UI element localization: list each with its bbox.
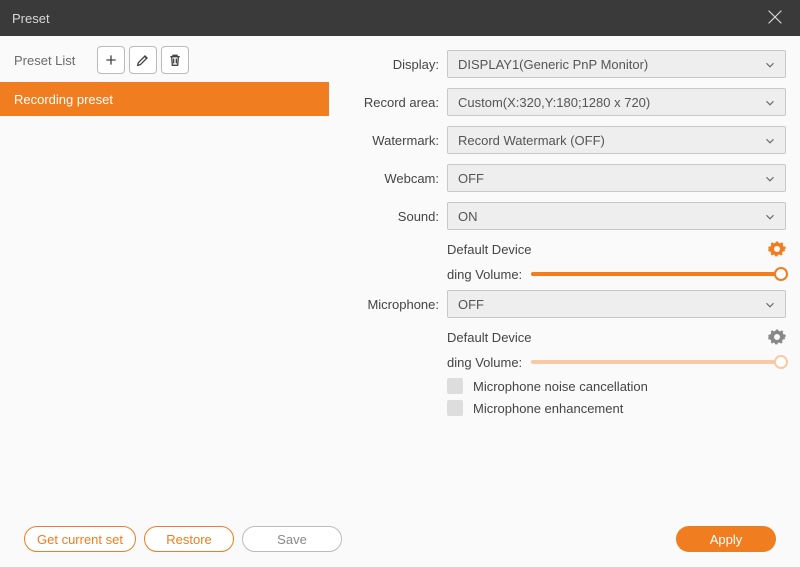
mic-noise-cancel-row: Microphone noise cancellation [329,378,786,394]
microphone-value: OFF [458,297,484,312]
sound-volume-row: ding Volume: [329,266,786,282]
display-select[interactable]: DISPLAY1(Generic PnP Monitor) [447,50,786,78]
mic-device-row: Default Device [329,328,786,346]
sound-settings-button[interactable] [768,240,786,258]
close-icon[interactable] [764,6,786,28]
chevron-down-icon [763,298,777,312]
mic-volume-slider[interactable] [531,354,786,370]
chevron-down-icon [763,134,777,148]
edit-preset-button[interactable] [129,46,157,74]
titlebar: Preset [0,0,800,36]
gear-icon [768,328,786,346]
mic-volume-label: ding Volume: [447,355,525,370]
sound-label: Sound: [329,209,447,224]
display-value: DISPLAY1(Generic PnP Monitor) [458,57,648,72]
mic-enhancement-row: Microphone enhancement [329,400,786,416]
slider-track [531,272,786,276]
webcam-value: OFF [458,171,484,186]
sound-device-row: Default Device [329,240,786,258]
chevron-down-icon [763,58,777,72]
button-label: Save [277,532,307,547]
sound-volume-label: ding Volume: [447,267,525,282]
restore-button[interactable]: Restore [144,526,234,552]
row-record-area: Record area: Custom(X:320,Y:180;1280 x 7… [329,88,786,116]
row-webcam: Webcam: OFF [329,164,786,192]
chevron-down-icon [763,172,777,186]
microphone-label: Microphone: [329,297,447,312]
preset-list-header: Preset List [0,46,329,82]
preset-window: Preset Preset List [0,0,800,567]
record-area-value: Custom(X:320,Y:180;1280 x 720) [458,95,650,110]
mic-enhancement-checkbox[interactable] [447,400,463,416]
sound-select[interactable]: ON [447,202,786,230]
watermark-select[interactable]: Record Watermark (OFF) [447,126,786,154]
add-preset-button[interactable] [97,46,125,74]
sound-value: ON [458,209,478,224]
button-label: Get current set [37,532,123,547]
row-watermark: Watermark: Record Watermark (OFF) [329,126,786,154]
mic-device-label: Default Device [447,330,532,345]
microphone-select[interactable]: OFF [447,290,786,318]
webcam-select[interactable]: OFF [447,164,786,192]
mic-volume-row: ding Volume: [329,354,786,370]
button-label: Restore [166,532,212,547]
right-panel: Display: DISPLAY1(Generic PnP Monitor) R… [329,36,800,511]
footer: Get current set Restore Save Apply [0,511,800,567]
row-microphone: Microphone: OFF [329,290,786,318]
preset-item-label: Recording preset [14,92,113,107]
slider-thumb[interactable] [774,267,788,281]
mic-settings-button[interactable] [768,328,786,346]
mic-noise-cancel-label: Microphone noise cancellation [473,379,648,394]
preset-list-label: Preset List [14,53,75,68]
watermark-value: Record Watermark (OFF) [458,133,605,148]
mic-enhancement-label: Microphone enhancement [473,401,623,416]
mic-noise-cancel-checkbox[interactable] [447,378,463,394]
chevron-down-icon [763,96,777,110]
preset-item-recording[interactable]: Recording preset [0,82,329,116]
apply-button[interactable]: Apply [676,526,776,552]
chevron-down-icon [763,210,777,224]
left-panel: Preset List Recording preset [0,36,329,511]
sound-volume-slider[interactable] [531,266,786,282]
button-label: Apply [710,532,743,547]
slider-thumb[interactable] [774,355,788,369]
delete-preset-button[interactable] [161,46,189,74]
slider-track [531,360,786,364]
row-display: Display: DISPLAY1(Generic PnP Monitor) [329,50,786,78]
body: Preset List Recording preset [0,36,800,511]
preset-toolbar [97,46,319,74]
display-label: Display: [329,57,447,72]
sound-device-label: Default Device [447,242,532,257]
gear-icon [768,240,786,258]
webcam-label: Webcam: [329,171,447,186]
save-button[interactable]: Save [242,526,342,552]
record-area-select[interactable]: Custom(X:320,Y:180;1280 x 720) [447,88,786,116]
record-area-label: Record area: [329,95,447,110]
row-sound: Sound: ON [329,202,786,230]
get-current-set-button[interactable]: Get current set [24,526,136,552]
watermark-label: Watermark: [329,133,447,148]
window-title: Preset [12,11,50,26]
